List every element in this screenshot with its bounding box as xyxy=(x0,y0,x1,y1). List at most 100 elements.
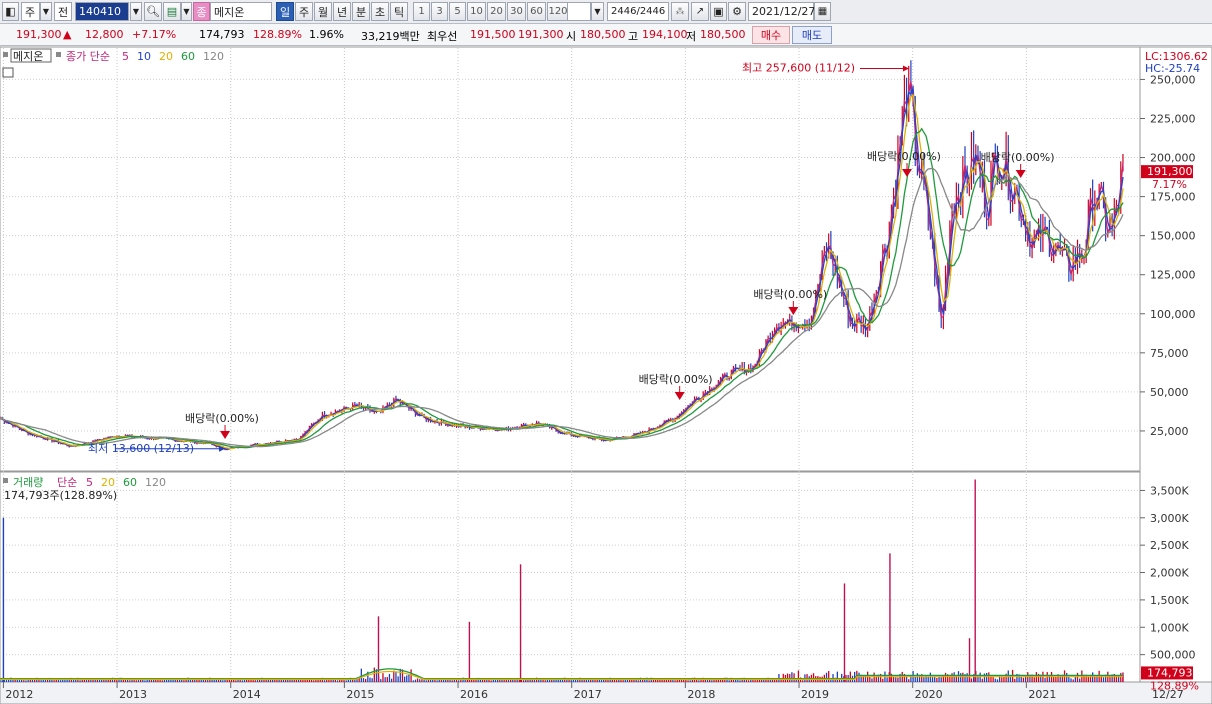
turnover-rate: 1.96% xyxy=(309,28,344,41)
market-select[interactable]: 주 xyxy=(21,2,40,21)
low-price: 180,500 xyxy=(700,28,746,41)
interval-button-3[interactable]: 3 xyxy=(431,2,448,21)
trade-amount: 33,219백만 xyxy=(361,30,420,43)
volume-tick-label: 3,000K xyxy=(1150,512,1189,525)
interval-custom-input[interactable] xyxy=(567,2,591,21)
interval-button-5[interactable]: 5 xyxy=(449,2,466,21)
volume-ma-legend-60: 60 xyxy=(123,476,137,489)
interval-button-60[interactable]: 60 xyxy=(527,2,546,21)
price-change-pct: +7.17% xyxy=(132,28,177,41)
period-button-1[interactable]: 주 xyxy=(295,2,313,21)
x-tick-label-2014: 2014 xyxy=(233,688,261,701)
volume-ma-legend-120: 120 xyxy=(145,476,166,489)
dividend-annotation: 배당락(0.00%) xyxy=(185,412,259,425)
dividend-annotation: 배당락(0.00%) xyxy=(981,151,1055,164)
price-volume-chart[interactable]: 2012 2013 2014 2015 2016 2017 2018 2019 2020 2021… xyxy=(0,46,1212,704)
interval-button-120[interactable]: 120 xyxy=(547,2,569,21)
open-price: 180,500 xyxy=(580,28,626,41)
sell-button[interactable]: 매도 xyxy=(792,26,832,44)
save-icon[interactable]: ▣ xyxy=(710,2,727,21)
dividend-annotation: 배당락(0.00%) xyxy=(639,373,713,386)
price-tick-label: 250,000 xyxy=(1150,73,1196,86)
up-arrow-icon: ▲ xyxy=(63,28,72,41)
count-value: 2446 xyxy=(611,6,637,17)
x-tick-label-2017: 2017 xyxy=(574,688,602,701)
high-annotation: 최고 257,600 (11/12) xyxy=(742,62,855,75)
calendar-icon[interactable]: ▦ xyxy=(814,2,831,21)
chevron-down-icon[interactable]: ▼ xyxy=(181,2,192,21)
price-ma-legend-120: 120 xyxy=(203,50,224,63)
period-button-2[interactable]: 월 xyxy=(314,2,332,21)
volume-tick-label: 2,500K xyxy=(1150,539,1189,552)
price-tick-label: 125,000 xyxy=(1150,269,1196,282)
bid-price: 191,300 xyxy=(518,28,564,41)
period-button-6[interactable]: 틱 xyxy=(390,2,408,21)
search-icon[interactable]: 🔍︎ xyxy=(144,2,162,21)
date-field[interactable]: 2021/12/27 xyxy=(748,2,815,21)
volume-tick-label: 2,000K xyxy=(1150,567,1189,580)
buy-button[interactable]: 매수 xyxy=(752,26,790,44)
low-label: 저 xyxy=(686,30,697,43)
y-axis-area xyxy=(1139,46,1212,683)
gear-icon[interactable]: ⚙ xyxy=(728,2,746,21)
legend-square-icon xyxy=(56,52,61,57)
volume-tick-label: 3,500K xyxy=(1150,484,1189,497)
stock-code-input[interactable]: 140410 xyxy=(75,2,129,21)
last-volume-label: 174,793 xyxy=(1147,666,1193,679)
quote-bar: 191,300 ▲ 12,800 +7.17% 174,793 128.89% … xyxy=(0,24,1212,46)
stock-chart-window: ◧ 주 ▼ 전 140410 ▼ 🔍︎ ▤ ▼ 종 메지온 일주월년분초틱 13… xyxy=(0,0,1212,704)
period-button-3[interactable]: 년 xyxy=(333,2,351,21)
interval-button-10[interactable]: 10 xyxy=(467,2,486,21)
interval-button-20[interactable]: 20 xyxy=(487,2,506,21)
price-ma-legend-10: 10 xyxy=(137,50,151,63)
period-button-0[interactable]: 일 xyxy=(276,2,294,21)
candle-style-icon[interactable]: ⁂ xyxy=(671,2,689,21)
volume-tick-label: 1,000K xyxy=(1150,621,1189,634)
volume-ma-legend-20: 20 xyxy=(101,476,115,489)
line-tool-icon[interactable]: ↗ xyxy=(691,2,709,21)
price-panel-frame xyxy=(0,46,1141,472)
x-tick-label-2019: 2019 xyxy=(801,688,829,701)
ask-price: 191,500 xyxy=(470,28,516,41)
best-quote-label: 최우선 xyxy=(427,30,458,43)
scope-select[interactable]: 전 xyxy=(54,2,72,21)
price-tick-label: 25,000 xyxy=(1150,425,1189,438)
chevron-down-icon[interactable]: ▼ xyxy=(591,2,604,21)
toolbar: ◧ 주 ▼ 전 140410 ▼ 🔍︎ ▤ ▼ 종 메지온 일주월년분초틱 13… xyxy=(0,0,1212,24)
volume-legend-method: 단순 xyxy=(57,476,77,489)
volume-ratio: 128.89% xyxy=(253,28,302,41)
last-change-label: 7.17% xyxy=(1152,178,1187,191)
stock-name-field[interactable]: 메지온 xyxy=(210,2,272,21)
price-ma-legend-5: 5 xyxy=(122,50,129,63)
price-legend-prefix: 종가 단순 xyxy=(66,50,110,63)
chevron-down-icon[interactable]: ▼ xyxy=(130,2,142,21)
price-ma-legend-20: 20 xyxy=(159,50,173,63)
last-price-label: 191,300 xyxy=(1147,165,1193,178)
period-button-5[interactable]: 초 xyxy=(371,2,389,21)
x-tick-label-2020: 2020 xyxy=(915,688,943,701)
x-tick-label-2015: 2015 xyxy=(346,688,374,701)
count-field[interactable]: 2446/2446 xyxy=(607,2,669,21)
price-tick-label: 50,000 xyxy=(1150,386,1189,399)
price-tick-label: 75,000 xyxy=(1150,347,1189,360)
open-label: 시 xyxy=(566,30,577,43)
stock-type-badge: 종 xyxy=(193,2,210,21)
volume-tick-label: 1,500K xyxy=(1150,594,1189,607)
high-label: 고 xyxy=(628,30,639,43)
volume-legend-prefix: 거래량 xyxy=(13,476,43,489)
interval-button-1[interactable]: 1 xyxy=(413,2,430,21)
chevron-down-icon[interactable]: ▼ xyxy=(40,2,52,21)
count-total: /2446 xyxy=(636,6,666,17)
window-menu-icon[interactable]: ◧ xyxy=(2,2,19,21)
volume-value: 174,793 xyxy=(199,28,245,41)
x-tick-label-2016: 2016 xyxy=(460,688,488,701)
high-price: 194,100 xyxy=(642,28,688,41)
chart-type-icon[interactable]: ▤ xyxy=(163,2,181,21)
interval-button-30[interactable]: 30 xyxy=(507,2,526,21)
current-price: 191,300 xyxy=(16,28,62,41)
dividend-annotation: 배당락(0.00%) xyxy=(753,288,827,301)
price-ma-legend-60: 60 xyxy=(181,50,195,63)
x-tick-label-2012: 2012 xyxy=(5,688,33,701)
last-volume-ratio-label: 128.89% xyxy=(1150,679,1199,692)
period-button-4[interactable]: 분 xyxy=(352,2,370,21)
